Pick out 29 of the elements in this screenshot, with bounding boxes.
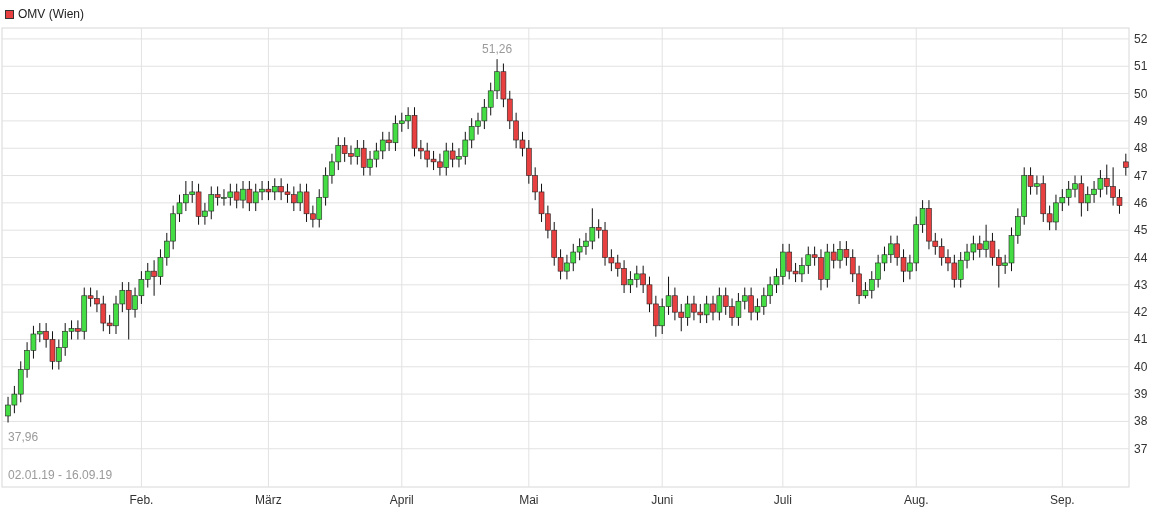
- x-axis-label: Feb.: [129, 493, 154, 507]
- y-axis-label: 51: [1134, 59, 1148, 74]
- x-axis-label: Sep.: [1049, 493, 1075, 507]
- x-axis-label: Mai: [519, 493, 539, 507]
- y-axis-label: 45: [1134, 223, 1148, 238]
- legend-label: OMV (Wien): [18, 7, 84, 21]
- y-axis-label: 43: [1134, 277, 1148, 292]
- x-axis-label: April: [389, 493, 414, 507]
- y-axis-label: 47: [1134, 168, 1148, 183]
- x-axis-label: Juni: [651, 493, 674, 507]
- y-axis-label: 48: [1134, 141, 1148, 156]
- y-axis-label: 46: [1134, 195, 1148, 210]
- y-axis-label: 38: [1134, 414, 1148, 429]
- candlestick: [1123, 153, 1129, 177]
- y-axis-label: 40: [1134, 359, 1148, 374]
- y-axis-label: 42: [1134, 305, 1148, 320]
- y-axis-label: 49: [1134, 113, 1148, 128]
- y-axis-label: 44: [1134, 250, 1148, 265]
- y-axis-label: 39: [1134, 387, 1148, 402]
- price-annotation: 37,96: [8, 429, 39, 444]
- x-axis-label: Juli: [773, 493, 792, 507]
- x-axis-label: März: [255, 493, 282, 507]
- y-axis-label: 41: [1134, 332, 1148, 347]
- y-axis-label: 52: [1134, 31, 1148, 46]
- price-annotation: 51,26: [482, 42, 513, 57]
- date-range: 02.01.19 - 16.09.19: [8, 468, 113, 482]
- y-axis-label: 37: [1134, 441, 1148, 456]
- y-axis-label: 50: [1134, 86, 1148, 101]
- x-axis-label: Aug.: [903, 493, 929, 507]
